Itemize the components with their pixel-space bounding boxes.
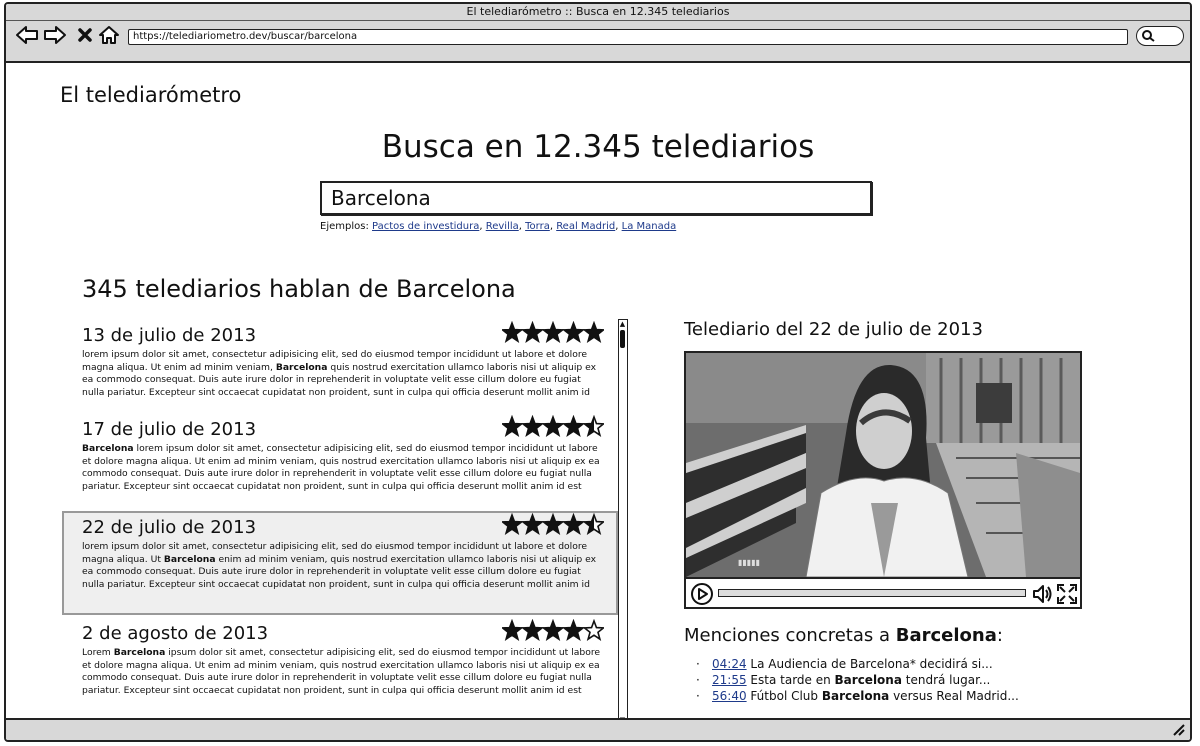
star-icon-filled: [500, 414, 524, 437]
site-brand[interactable]: El telediarómetro: [60, 83, 241, 107]
volume-icon[interactable]: [1032, 583, 1054, 607]
result-item[interactable]: 17 de julio de 2013 Barcelona lorem ipsu…: [62, 413, 618, 517]
star-icon-filled: [561, 414, 586, 437]
scroll-up-icon[interactable]: ▲: [619, 320, 626, 328]
star-icon-filled: [520, 618, 545, 641]
star-icon-filled: [500, 320, 524, 343]
rating-stars-graphic: [500, 414, 606, 437]
fullscreen-icon[interactable]: [1056, 583, 1078, 607]
svg-text:▮▮▮▮▮: ▮▮▮▮▮: [738, 558, 760, 567]
search-icon: [1140, 28, 1156, 48]
star-icon-filled: [561, 618, 586, 641]
star-icon-filled: [561, 320, 586, 343]
home-icon[interactable]: [96, 21, 122, 49]
example-link[interactable]: Revilla: [486, 221, 519, 232]
arrow-right-icon[interactable]: [42, 21, 68, 49]
browser-toolbar: https://telediariometro.dev/buscar/barce…: [6, 21, 1190, 63]
result-item-selected[interactable]: 22 de julio de 2013 lorem ipsum dolor si…: [62, 511, 618, 615]
page-title: Busca en 12.345 telediarios: [381, 129, 815, 165]
scroll-thumb[interactable]: [620, 330, 625, 348]
video-progress-bar[interactable]: [718, 589, 1026, 597]
status-bar: [6, 718, 1190, 740]
result-snippet: lorem ipsum dolor sit amet, consectetur …: [82, 349, 597, 398]
example-link[interactable]: La Manada: [622, 221, 677, 232]
timestamp-link[interactable]: 56:40: [712, 689, 747, 703]
video-frame[interactable]: ▮▮▮▮▮: [686, 353, 1080, 577]
url-bar[interactable]: https://telediariometro.dev/buscar/barce…: [128, 29, 1128, 45]
browser-window: El telediarómetro :: Busca en 12.345 tel…: [4, 2, 1192, 742]
star-icon-filled: [520, 414, 545, 437]
result-date: 2 de agosto de 2013: [82, 623, 269, 644]
player-title: Telediario del 22 de julio de 2013: [684, 319, 983, 340]
result-item[interactable]: 13 de julio de 2013 lorem ipsum dolor si…: [62, 319, 618, 423]
rating-stars: [500, 618, 606, 643]
results-heading: 345 telediarios hablan de Barcelona: [82, 275, 516, 303]
results-list: 13 de julio de 2013 lorem ipsum dolor si…: [62, 319, 632, 729]
result-item[interactable]: 2 de agosto de 2013 Lorem Barcelona ipsu…: [62, 617, 618, 721]
result-snippet: Barcelona lorem ipsum dolor sit amet, co…: [82, 443, 600, 492]
star-icon-filled: [561, 512, 586, 535]
result-date: 13 de julio de 2013: [82, 325, 257, 346]
rating-stars-graphic: [500, 320, 606, 343]
list-item: · 56:40 Fútbol Club Barcelona versus Real…: [696, 689, 1019, 703]
rating-stars-graphic: [500, 512, 606, 535]
page-content: El telediarómetro Busca en 12.345 teledi…: [6, 63, 1190, 725]
mentions-title: Menciones concretas a Barcelona:: [684, 625, 1003, 646]
rating-stars: [500, 512, 606, 537]
play-icon[interactable]: [690, 582, 714, 607]
bullet-icon: ·: [696, 657, 700, 671]
examples-label: Ejemplos:: [320, 221, 369, 232]
star-icon-filled: [520, 512, 545, 535]
rating-stars: [500, 414, 606, 439]
results-scrollbar[interactable]: ▲ ▼: [618, 319, 628, 725]
video-player[interactable]: ▮▮▮▮▮: [684, 351, 1082, 609]
star-icon-filled: [500, 618, 524, 641]
bullet-icon: ·: [696, 673, 700, 687]
star-icon-filled: [541, 512, 565, 535]
star-icon-filled: [582, 320, 606, 343]
star-icon-filled: [541, 320, 565, 343]
window-title: El telediarómetro :: Busca en 12.345 tel…: [6, 4, 1190, 21]
star-icon-filled: [520, 320, 545, 343]
example-link[interactable]: Torra: [525, 221, 550, 232]
example-link[interactable]: Real Madrid: [556, 221, 615, 232]
rating-stars-graphic: [500, 618, 606, 641]
player-controls: [686, 577, 1080, 607]
timestamp-link[interactable]: 04:24: [712, 657, 747, 671]
arrow-left-icon[interactable]: [14, 21, 40, 49]
star-icon-filled: [541, 618, 565, 641]
result-date: 17 de julio de 2013: [82, 419, 257, 440]
close-icon[interactable]: [72, 21, 98, 49]
search-examples: Ejemplos: Pactos de investidura, Revilla…: [320, 221, 677, 232]
resize-grip-icon[interactable]: [1172, 722, 1186, 740]
bullet-icon: ·: [696, 689, 700, 703]
star-icon-filled: [541, 414, 565, 437]
mentions-list: · 04:24 La Audiencia de Barcelona* decidi…: [696, 656, 1019, 704]
star-icon-filled: [500, 512, 524, 535]
star-icon-empty: [582, 618, 606, 641]
result-snippet: Lorem Barcelona ipsum dolor sit amet, co…: [82, 647, 601, 696]
result-date: 22 de julio de 2013: [82, 517, 257, 538]
list-item: · 04:24 La Audiencia de Barcelona* decidi…: [696, 657, 993, 671]
rating-stars: [500, 320, 606, 345]
result-snippet: lorem ipsum dolor sit amet, consectetur …: [82, 541, 597, 590]
search-input[interactable]: Barcelona: [320, 181, 872, 215]
timestamp-link[interactable]: 21:55: [712, 673, 747, 687]
browser-search-box[interactable]: [1136, 26, 1184, 46]
example-link[interactable]: Pactos de investidura: [372, 221, 479, 232]
list-item: · 21:55 Esta tarde en Barcelona tendrá lu…: [696, 673, 991, 687]
